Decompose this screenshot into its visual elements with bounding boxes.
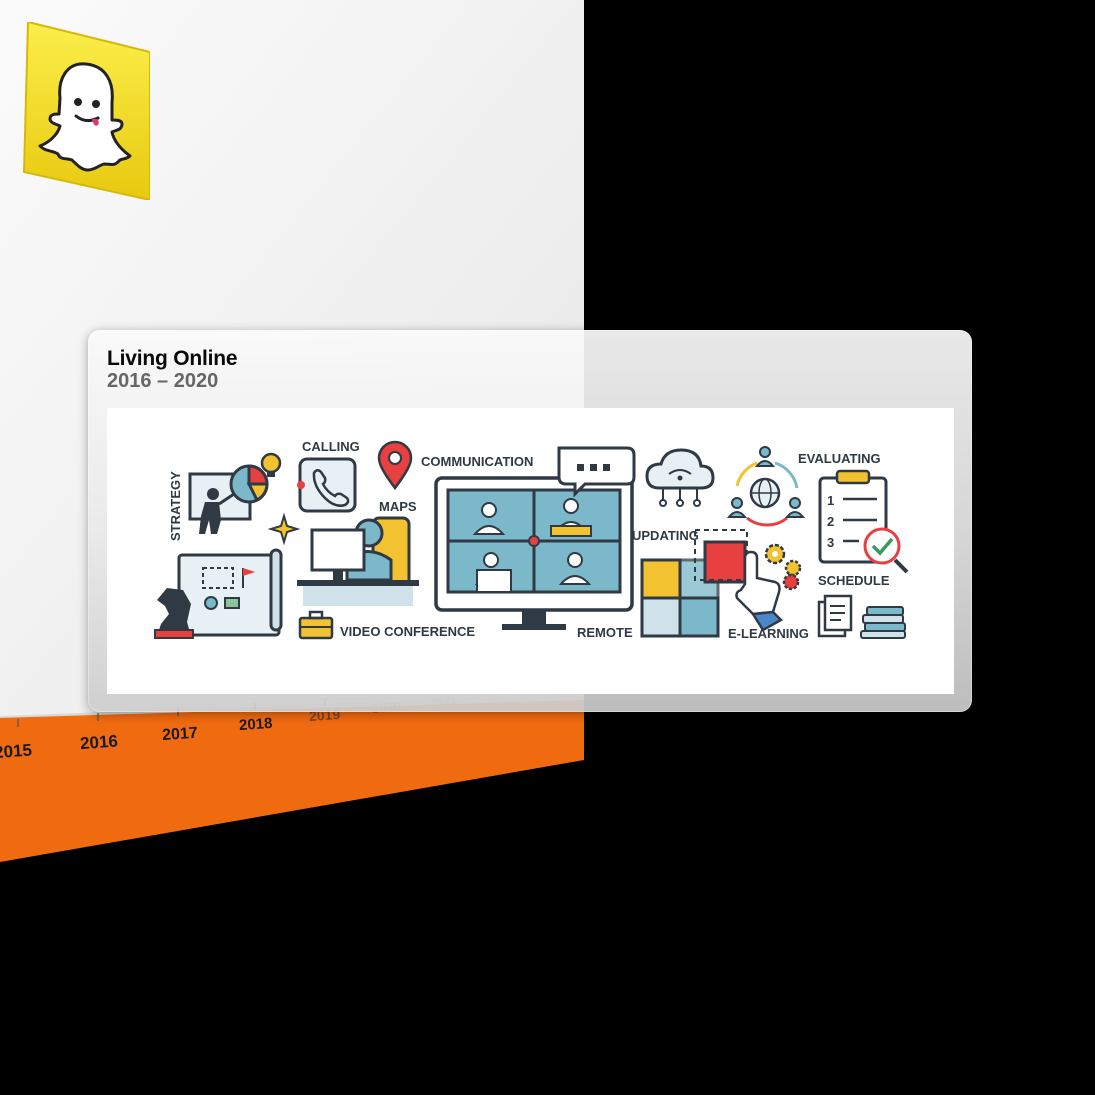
timeline-year-label: 2015 xyxy=(0,740,33,762)
label-evaluating: EVALUATING xyxy=(798,451,881,466)
timeline-year-label: 2017 xyxy=(162,725,199,744)
checklist-number: 1 xyxy=(827,493,834,508)
checklist-clipboard-icon: 1 2 3 xyxy=(818,469,909,574)
briefcase-icon xyxy=(298,610,334,640)
timeline-year-label: 2018 xyxy=(238,715,272,734)
cloud-network-icon xyxy=(645,448,715,507)
snapchat-icon[interactable] xyxy=(22,20,151,202)
card-title: Living Online xyxy=(107,347,238,370)
label-communication: COMMUNICATION xyxy=(421,454,533,469)
label-schedule: SCHEDULE xyxy=(818,573,890,588)
team-network-icon xyxy=(726,446,806,527)
label-e-learning: E-LEARNING xyxy=(728,626,809,641)
remote-worker-icon xyxy=(297,516,419,606)
label-strategy: STRATEGY xyxy=(168,471,183,541)
phone-call-icon xyxy=(297,457,357,513)
label-video-conference: VIDEO CONFERENCE xyxy=(340,624,475,639)
documents-books-icon xyxy=(817,594,906,639)
checklist-number: 2 xyxy=(827,514,834,529)
event-card[interactable]: Living Online 2016 – 2020 STRATEGY CALLI… xyxy=(88,330,972,712)
strategy-blueprint-icon xyxy=(154,548,283,639)
label-remote: REMOTE xyxy=(577,625,633,640)
checklist-number: 3 xyxy=(827,535,834,550)
screen: 2015 2016 2017 2018 2019 2020 2021 xyxy=(0,0,1095,1095)
card-date-range: 2016 – 2020 xyxy=(107,370,219,392)
video-conference-monitor-icon xyxy=(434,476,634,630)
map-pin-icon xyxy=(377,440,413,491)
label-calling: CALLING xyxy=(302,439,360,454)
timeline-year-label: 2016 xyxy=(79,731,118,753)
presentation-board-icon xyxy=(188,452,301,546)
puzzle-icon xyxy=(640,529,748,638)
label-maps: MAPS xyxy=(379,499,417,514)
label-updating: UPDATING xyxy=(632,528,699,543)
card-illustration: STRATEGY CALLING MAPS VIDEO CONFERENCE C… xyxy=(107,408,954,694)
